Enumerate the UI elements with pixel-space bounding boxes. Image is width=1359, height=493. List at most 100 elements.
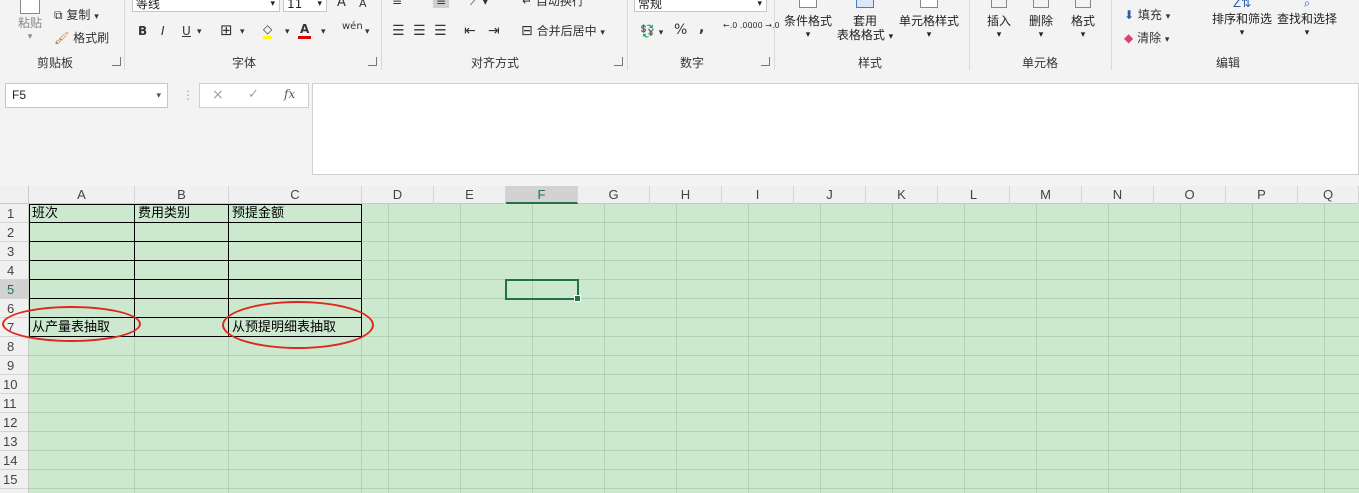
conditional-format-icon xyxy=(799,0,817,8)
font-size-select[interactable]: 11 ▾ xyxy=(283,0,327,12)
border-icon[interactable]: ⊞ xyxy=(220,23,233,38)
top-align-icon[interactable]: ≡ xyxy=(392,0,402,8)
font-name-select[interactable]: 等线 ▾ xyxy=(132,0,280,12)
align-right-icon[interactable]: ☰ xyxy=(434,24,447,38)
wrap-text-button[interactable]: ↵ 自动换行 xyxy=(522,0,584,8)
insert-button[interactable]: 插入 ▾ xyxy=(980,0,1018,42)
conditional-format-button[interactable]: 条件格式 ▾ xyxy=(780,0,836,42)
phonetic-icon: wén xyxy=(342,21,363,32)
font-color-button[interactable]: A xyxy=(298,22,312,39)
copy-button[interactable]: ⧉ 复制 ▾ xyxy=(54,8,99,24)
column-header-c[interactable]: C xyxy=(229,186,362,204)
chevron-down-icon[interactable]: ▾ xyxy=(285,25,290,39)
column-header-h[interactable]: H xyxy=(650,186,722,204)
percent-button[interactable]: % xyxy=(674,23,687,37)
column-header-m[interactable]: M xyxy=(1010,186,1082,204)
bold-button[interactable]: B xyxy=(138,24,147,38)
table-border xyxy=(29,279,362,280)
font-launcher-icon[interactable] xyxy=(368,57,377,66)
column-header-j[interactable]: J xyxy=(794,186,866,204)
row-header-4[interactable]: 4 xyxy=(0,261,28,280)
column-header-l[interactable]: L xyxy=(938,186,1010,204)
row-header-14[interactable]: 14 xyxy=(0,451,28,470)
enter-icon[interactable]: ✓ xyxy=(248,87,259,102)
cell-grid[interactable]: 班次 费用类别 预提金额 从产量表抽取 从预提明细表抽取 xyxy=(29,204,1359,493)
cell-a1[interactable]: 班次 xyxy=(29,204,135,223)
row-header-13[interactable]: 13 xyxy=(0,432,28,451)
decrease-indent-icon[interactable]: ⇤ xyxy=(464,24,476,38)
format-button[interactable]: 格式 ▾ xyxy=(1064,0,1102,42)
chevron-down-icon[interactable]: ▾ xyxy=(197,25,202,39)
middle-align-icon[interactable]: ≡ xyxy=(433,0,450,8)
shrink-font-button[interactable]: A xyxy=(359,0,367,11)
column-header-k[interactable]: K xyxy=(866,186,938,204)
row-header-11[interactable]: 11 xyxy=(0,394,28,413)
row-header-8[interactable]: 8 xyxy=(0,337,28,356)
chevron-down-icon: ▾ xyxy=(1304,28,1310,38)
number-format-select[interactable]: 常规 ▾ xyxy=(634,0,767,12)
column-header-e[interactable]: E xyxy=(434,186,506,204)
clear-button[interactable]: ◆ 清除 ▾ xyxy=(1124,31,1169,47)
column-header-a[interactable]: A xyxy=(29,186,135,204)
format-painter-button[interactable]: 🖌 格式刷 xyxy=(54,31,109,45)
column-header-q[interactable]: Q xyxy=(1298,186,1359,204)
selected-cell-f5[interactable] xyxy=(505,279,579,300)
number-launcher-icon[interactable] xyxy=(761,57,770,66)
chevron-down-icon: ▾ xyxy=(1080,30,1086,40)
column-header-i[interactable]: I xyxy=(722,186,794,204)
currency-button[interactable]: 💱 ▾ xyxy=(640,24,663,40)
column-header-n[interactable]: N xyxy=(1082,186,1154,204)
clipboard-launcher-icon[interactable] xyxy=(112,57,121,66)
row-header-3[interactable]: 3 xyxy=(0,242,28,261)
column-header-d[interactable]: D xyxy=(362,186,434,204)
phonetic-button[interactable]: wén xyxy=(342,20,363,34)
comma-button[interactable]: , xyxy=(699,21,704,35)
fill-color-button[interactable]: ◇ xyxy=(263,22,273,39)
format-as-table-button[interactable]: 套用 表格格式 ▾ xyxy=(836,0,894,44)
fill-button[interactable]: ⬇ 填充 ▾ xyxy=(1124,8,1170,24)
chevron-down-icon[interactable]: ▾ xyxy=(365,25,370,39)
align-left-icon[interactable]: ☰ xyxy=(392,24,405,38)
cell-styles-button[interactable]: 单元格样式 ▾ xyxy=(897,0,961,42)
fill-handle[interactable] xyxy=(574,295,581,302)
column-header-o[interactable]: O xyxy=(1154,186,1226,204)
decrease-decimal-button[interactable]: .00 →.0 xyxy=(750,21,780,30)
fill-down-icon: ⬇ xyxy=(1124,8,1135,22)
row-header-10[interactable]: 10 xyxy=(0,375,28,394)
column-headers: A B C D E F G H I J K L M N O P Q xyxy=(0,186,1359,204)
column-header-g[interactable]: G xyxy=(578,186,650,204)
row-header-9[interactable]: 9 xyxy=(0,356,28,375)
select-all-button[interactable] xyxy=(0,186,29,204)
increase-indent-icon[interactable]: ⇥ xyxy=(488,24,500,38)
name-box[interactable]: F5 ▾ xyxy=(5,83,168,108)
delete-button[interactable]: 删除 ▾ xyxy=(1022,0,1060,42)
column-header-p[interactable]: P xyxy=(1226,186,1298,204)
chevron-down-icon: ▾ xyxy=(996,30,1002,40)
italic-button[interactable]: I xyxy=(161,24,165,38)
grow-font-button[interactable]: A xyxy=(337,0,346,10)
increase-decimal-button[interactable]: ←.0 .00 xyxy=(723,21,753,30)
align-center-icon[interactable]: ☰ xyxy=(413,24,426,38)
row-header-1[interactable]: 1 xyxy=(0,204,28,223)
row-header-12[interactable]: 12 xyxy=(0,413,28,432)
cell-c1[interactable]: 预提金额 xyxy=(229,204,362,223)
alignment-launcher-icon[interactable] xyxy=(614,57,623,66)
paste-button[interactable]: 粘贴 ▾ xyxy=(10,0,50,44)
insert-function-icon[interactable]: fx xyxy=(284,87,295,101)
cancel-icon[interactable]: × xyxy=(212,87,224,103)
orientation-icon[interactable]: ⟋ ▾ xyxy=(470,0,488,8)
underline-button[interactable]: U xyxy=(182,24,191,38)
column-header-f[interactable]: F xyxy=(506,186,578,204)
row-header-15[interactable]: 15 xyxy=(0,470,28,489)
merge-center-button[interactable]: ⊟ 合并后居中 ▾ xyxy=(521,24,605,40)
table-border xyxy=(29,260,362,261)
chevron-down-icon[interactable]: ▾ xyxy=(321,25,326,39)
find-select-button[interactable]: ⌕ 查找和选择 ▾ xyxy=(1275,0,1339,40)
cell-b1[interactable]: 费用类别 xyxy=(135,204,229,223)
sort-filter-button[interactable]: Z⇅ 排序和筛选 ▾ xyxy=(1210,0,1274,40)
formula-input[interactable] xyxy=(312,83,1359,175)
row-header-2[interactable]: 2 xyxy=(0,223,28,242)
chevron-down-icon[interactable]: ▾ xyxy=(240,25,245,39)
row-header-5[interactable]: 5 xyxy=(0,280,28,299)
column-header-b[interactable]: B xyxy=(135,186,229,204)
